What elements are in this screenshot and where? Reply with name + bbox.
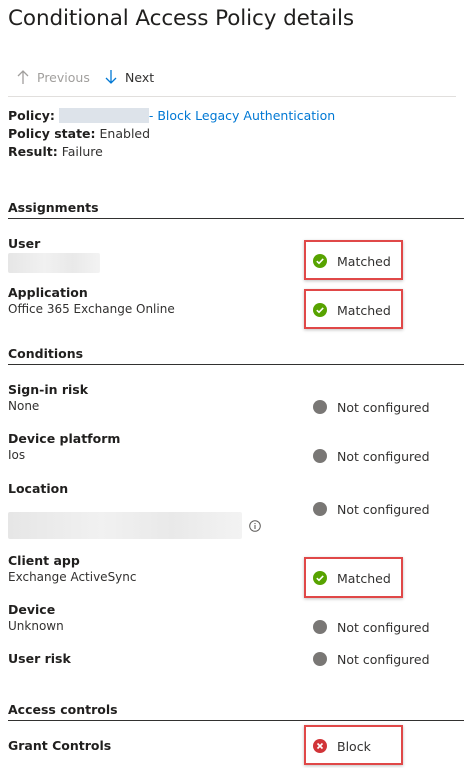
highlight-application-status <box>304 289 403 329</box>
device-label: Device <box>8 602 56 617</box>
application-label: Application <box>8 285 88 300</box>
policy-row: Policy: - Block Legacy Authentication <box>8 106 335 124</box>
user-label: User <box>8 236 41 251</box>
arrow-down-icon <box>105 70 117 84</box>
application-value: Office 365 Exchange Online <box>8 302 175 316</box>
next-label: Next <box>125 69 155 85</box>
gray-dot-icon <box>313 400 327 414</box>
location-label: Location <box>8 481 69 496</box>
redacted-policy-prefix <box>58 107 149 123</box>
next-button[interactable]: Next <box>105 66 154 88</box>
policy-state-value: Enabled <box>99 125 151 141</box>
sign-in-risk-label: Sign-in risk <box>8 382 89 397</box>
nav-divider <box>8 96 456 97</box>
device-status: Not configured <box>313 617 430 637</box>
policy-state-row: Policy state: Enabled <box>8 124 150 142</box>
policy-name-link[interactable]: - Block Legacy Authentication <box>149 108 335 123</box>
device-platform-value: Ios <box>8 448 26 462</box>
gray-dot-icon <box>313 502 327 516</box>
assignments-heading: Assignments <box>8 200 464 219</box>
previous-button[interactable]: Previous <box>17 66 90 88</box>
highlight-user-status <box>304 240 403 280</box>
policy-label: Policy: <box>8 107 55 123</box>
device-value: Unknown <box>8 619 64 633</box>
gray-dot-icon <box>313 652 327 666</box>
access-controls-heading: Access controls <box>8 702 464 721</box>
device-status-label: Not configured <box>337 619 430 635</box>
result-row: Result: Failure <box>8 142 103 160</box>
sign-in-risk-status-label: Not configured <box>337 399 430 415</box>
device-platform-label: Device platform <box>8 431 121 446</box>
redacted-location-value <box>8 512 242 539</box>
gray-dot-icon <box>313 620 327 634</box>
sign-in-risk-value: None <box>8 399 40 413</box>
result-label: Result: <box>8 143 58 159</box>
highlight-client-app-status <box>304 557 403 598</box>
user-risk-label: User risk <box>8 651 71 666</box>
page-title: Conditional Access Policy details <box>8 6 355 31</box>
redacted-user-value <box>8 253 100 273</box>
client-app-label: Client app <box>8 553 80 568</box>
policy-state-label: Policy state: <box>8 125 96 141</box>
device-platform-status-label: Not configured <box>337 448 430 464</box>
grant-controls-label: Grant Controls <box>8 738 112 753</box>
location-status: Not configured <box>313 499 430 519</box>
client-app-value: Exchange ActiveSync <box>8 570 137 584</box>
result-value: Failure <box>61 143 103 159</box>
arrow-up-icon <box>17 70 29 84</box>
sign-in-risk-status: Not configured <box>313 397 430 417</box>
location-status-label: Not configured <box>337 501 430 517</box>
user-risk-status-label: Not configured <box>337 651 430 667</box>
highlight-grant-controls-status <box>304 725 403 765</box>
conditions-heading: Conditions <box>8 346 464 365</box>
device-platform-status: Not configured <box>313 446 430 466</box>
info-icon[interactable] <box>249 520 261 532</box>
gray-dot-icon <box>313 449 327 463</box>
user-risk-status: Not configured <box>313 649 430 669</box>
previous-label: Previous <box>37 69 90 85</box>
